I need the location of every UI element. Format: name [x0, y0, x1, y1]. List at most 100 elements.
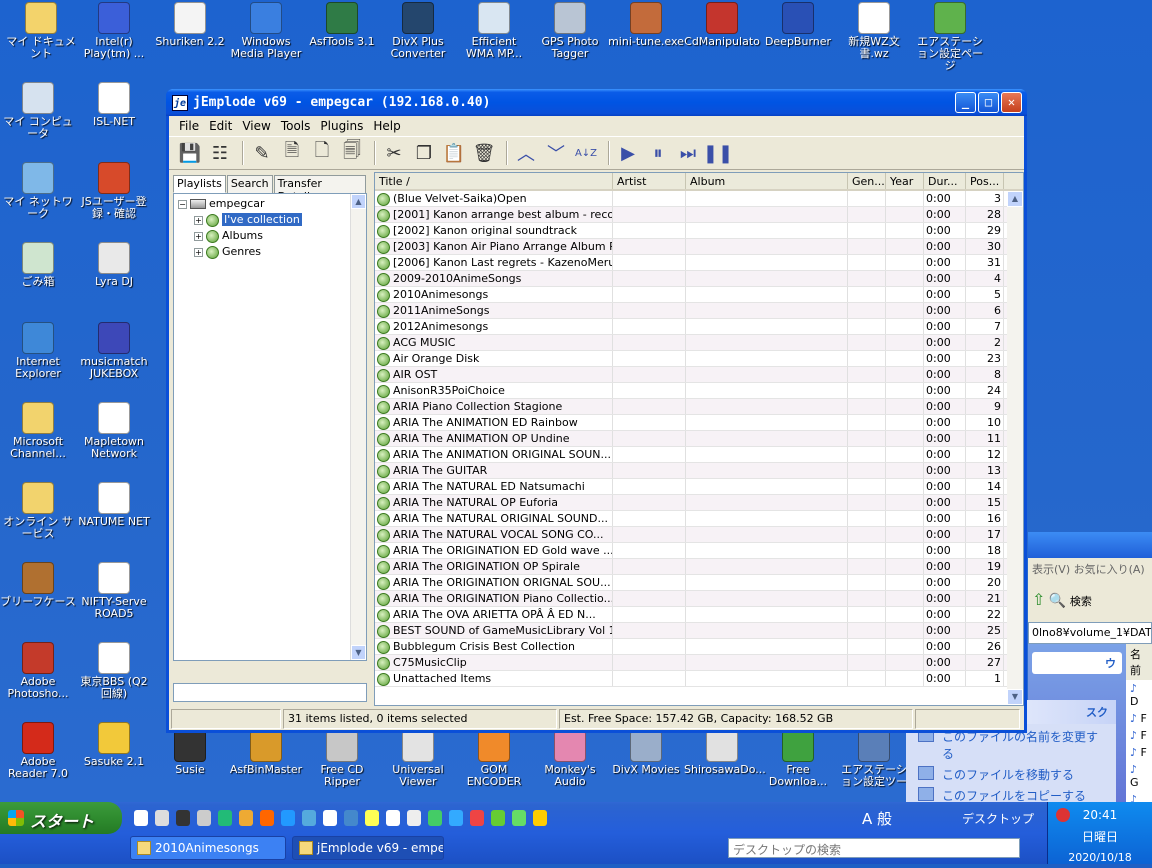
desktop-icon[interactable]: Intel(r) Play(tm) ...: [76, 2, 152, 60]
desktop-icon[interactable]: 東京BBS (Q2回線): [76, 642, 152, 700]
desktop-icon[interactable]: Mapletown Network: [76, 402, 152, 460]
tree-root[interactable]: − empegcar: [178, 197, 265, 210]
quick-launch-icon[interactable]: [323, 810, 337, 826]
new-item-icon[interactable]: 🗐: [339, 140, 365, 166]
menu-plugins[interactable]: Plugins: [315, 119, 368, 133]
bg-col-name[interactable]: 名前: [1126, 644, 1152, 680]
table-row[interactable]: 2010Animesongs 0:00 5: [375, 287, 1023, 303]
table-row[interactable]: 2009-2010AnimeSongs 0:00 4: [375, 271, 1023, 287]
table-row[interactable]: ARIA The ANIMATION OP Undine 0:00 11: [375, 431, 1023, 447]
quick-launch-icon[interactable]: [302, 810, 316, 826]
bg-menu[interactable]: 表示(V) お気に入り(A): [1028, 558, 1152, 580]
table-row[interactable]: ARIA The NATURAL ORIGINAL SOUND... 0:00 16: [375, 511, 1023, 527]
quick-launch-icon[interactable]: [155, 810, 169, 826]
play-append-icon[interactable]: ⏭: [675, 140, 701, 166]
tree-node[interactable]: + Genres: [194, 245, 261, 259]
pause-icon[interactable]: ❚❚: [703, 140, 733, 166]
table-row[interactable]: ARIA The ORIGINATION Piano Collectio... 0…: [375, 591, 1023, 607]
desktop-icon[interactable]: Efficient WMA MP...: [456, 2, 532, 60]
quick-launch-icon[interactable]: [470, 810, 484, 826]
sort-az-icon[interactable]: A↓Z: [573, 140, 599, 166]
column-header[interactable]: Title /: [375, 173, 613, 189]
clock-day[interactable]: 日曜日: [1048, 828, 1152, 845]
menu-view[interactable]: View: [237, 119, 275, 133]
bg-file-item[interactable]: ♪ F: [1126, 727, 1152, 744]
desktop-icon[interactable]: DivX Plus Converter: [380, 2, 456, 60]
table-row[interactable]: C75MusicClip 0:00 27: [375, 655, 1023, 671]
desktop-icon[interactable]: NIFTY-Serve ROAD5: [76, 562, 152, 620]
up-folder-icon[interactable]: ⇧: [1032, 590, 1045, 609]
menu-file[interactable]: File: [174, 119, 204, 133]
table-row[interactable]: BEST SOUND of GameMusicLibrary Vol 1 0:00…: [375, 623, 1023, 639]
menu-help[interactable]: Help: [368, 119, 405, 133]
expand-icon[interactable]: +: [194, 215, 203, 225]
desktop-icon[interactable]: Microsoft Channel...: [0, 402, 76, 460]
table-row[interactable]: [2006] Kanon Last regrets - KazenoMeru..…: [375, 255, 1023, 271]
scroll-up-arrow-icon[interactable]: ▲: [351, 194, 366, 209]
desktop-icon[interactable]: CdManipulato: [684, 2, 760, 48]
desktop-icon[interactable]: マイ ドキュメント: [3, 2, 79, 60]
quick-launch-icon[interactable]: [344, 810, 358, 826]
desktop-icon[interactable]: GPS Photo Tagger: [532, 2, 608, 60]
edit-pencil-icon[interactable]: ✎: [249, 140, 275, 166]
column-header[interactable]: Dur...: [924, 173, 966, 189]
new-playlist-icon[interactable]: 🗎: [279, 140, 305, 166]
play-icon[interactable]: ▶: [615, 140, 641, 166]
desktop-icon[interactable]: Sasuke 2.1: [76, 722, 152, 768]
column-header[interactable]: Pos...: [966, 173, 1004, 189]
security-shield-icon[interactable]: [1056, 808, 1070, 822]
desktop-icon[interactable]: Adobe Reader 7.0: [0, 722, 76, 780]
paste-icon[interactable]: 📋: [441, 140, 467, 166]
desktop-icon[interactable]: Shuriken 2.2: [152, 2, 228, 48]
search-icon[interactable]: 🔍: [1049, 593, 1066, 609]
table-row[interactable]: AIR OST 0:00 8: [375, 367, 1023, 383]
quick-launch-icon[interactable]: [365, 810, 379, 826]
play-insert-icon[interactable]: ⏸: [645, 140, 671, 166]
desktop-search-input[interactable]: デスクトップの検索: [728, 838, 1020, 858]
collapse-icon[interactable]: −: [178, 199, 187, 209]
tree-node[interactable]: + I've collection: [194, 213, 302, 227]
table-row[interactable]: [2002] Kanon original soundtrack 0:00 29: [375, 223, 1023, 239]
column-header[interactable]: Gen...: [848, 173, 886, 189]
tab-playlists[interactable]: Playlists: [173, 175, 226, 193]
bg-search-label[interactable]: 検索: [1070, 595, 1092, 608]
copy-icon[interactable]: ❐: [411, 140, 437, 166]
table-scroll-down-icon[interactable]: ▼: [1007, 689, 1023, 705]
tree-filter-input[interactable]: [173, 683, 367, 702]
expand-icon[interactable]: +: [194, 231, 203, 241]
table-row[interactable]: (Blue Velvet-Saika)Open 0:00 3: [375, 191, 1023, 207]
bg-title-bar[interactable]: [1028, 532, 1152, 558]
desktop-icon[interactable]: AsfTools 3.1: [304, 2, 380, 48]
table-scrollbar[interactable]: ▲ ▼: [1007, 191, 1023, 705]
desktop-icon[interactable]: ごみ箱: [0, 242, 76, 288]
table-row[interactable]: ARIA The ANIMATION ED Rainbow 0:00 10: [375, 415, 1023, 431]
scroll-down-arrow-icon[interactable]: ▼: [351, 645, 366, 660]
taskbar-button[interactable]: 2010Animesongs: [130, 836, 286, 860]
tree-node[interactable]: + Albums: [194, 229, 263, 243]
desktop-icon[interactable]: エアステーション設定ツー: [836, 730, 912, 788]
quick-launch-icon[interactable]: [491, 810, 505, 826]
bg-address-bar[interactable]: 0lno8¥volume_1¥DATA¥N: [1028, 622, 1152, 644]
desktop-icon[interactable]: AsfBinMaster: [228, 730, 304, 776]
quick-launch-icon[interactable]: [281, 810, 295, 826]
quick-launch-icon[interactable]: [407, 810, 421, 826]
quick-launch-icon[interactable]: [176, 810, 190, 826]
quick-launch-icon[interactable]: [218, 810, 232, 826]
desktop-icon[interactable]: musicmatch JUKEBOX: [76, 322, 152, 380]
desktop-icon[interactable]: 新規WZ文書.wz: [836, 2, 912, 60]
desktop-icon[interactable]: Windows Media Player: [228, 2, 304, 60]
table-row[interactable]: ARIA The ORIGINATION OP Spirale 0:00 19: [375, 559, 1023, 575]
desktop-icon[interactable]: Susie: [152, 730, 228, 776]
cut-icon[interactable]: ✂: [381, 140, 407, 166]
desktop-toolbar-label[interactable]: デスクトップ: [962, 810, 1034, 827]
desktop-icon[interactable]: Monkey's Audio: [532, 730, 608, 788]
table-row[interactable]: [2001] Kanon arrange best album - recoll…: [375, 207, 1023, 223]
quick-launch-icon[interactable]: [134, 810, 148, 826]
desktop-icon[interactable]: DeepBurner: [760, 2, 836, 48]
file-task-link[interactable]: このファイルをコピーする: [906, 783, 1116, 804]
desktop-icon[interactable]: マイ ネットワーク: [0, 162, 76, 220]
desktop-icon[interactable]: Free Downloa...: [760, 730, 836, 788]
desktop-icon[interactable]: GOM ENCODER: [456, 730, 532, 788]
desktop-icon[interactable]: ISL-NET: [76, 82, 152, 128]
delete-icon[interactable]: 🗑: [471, 140, 497, 166]
